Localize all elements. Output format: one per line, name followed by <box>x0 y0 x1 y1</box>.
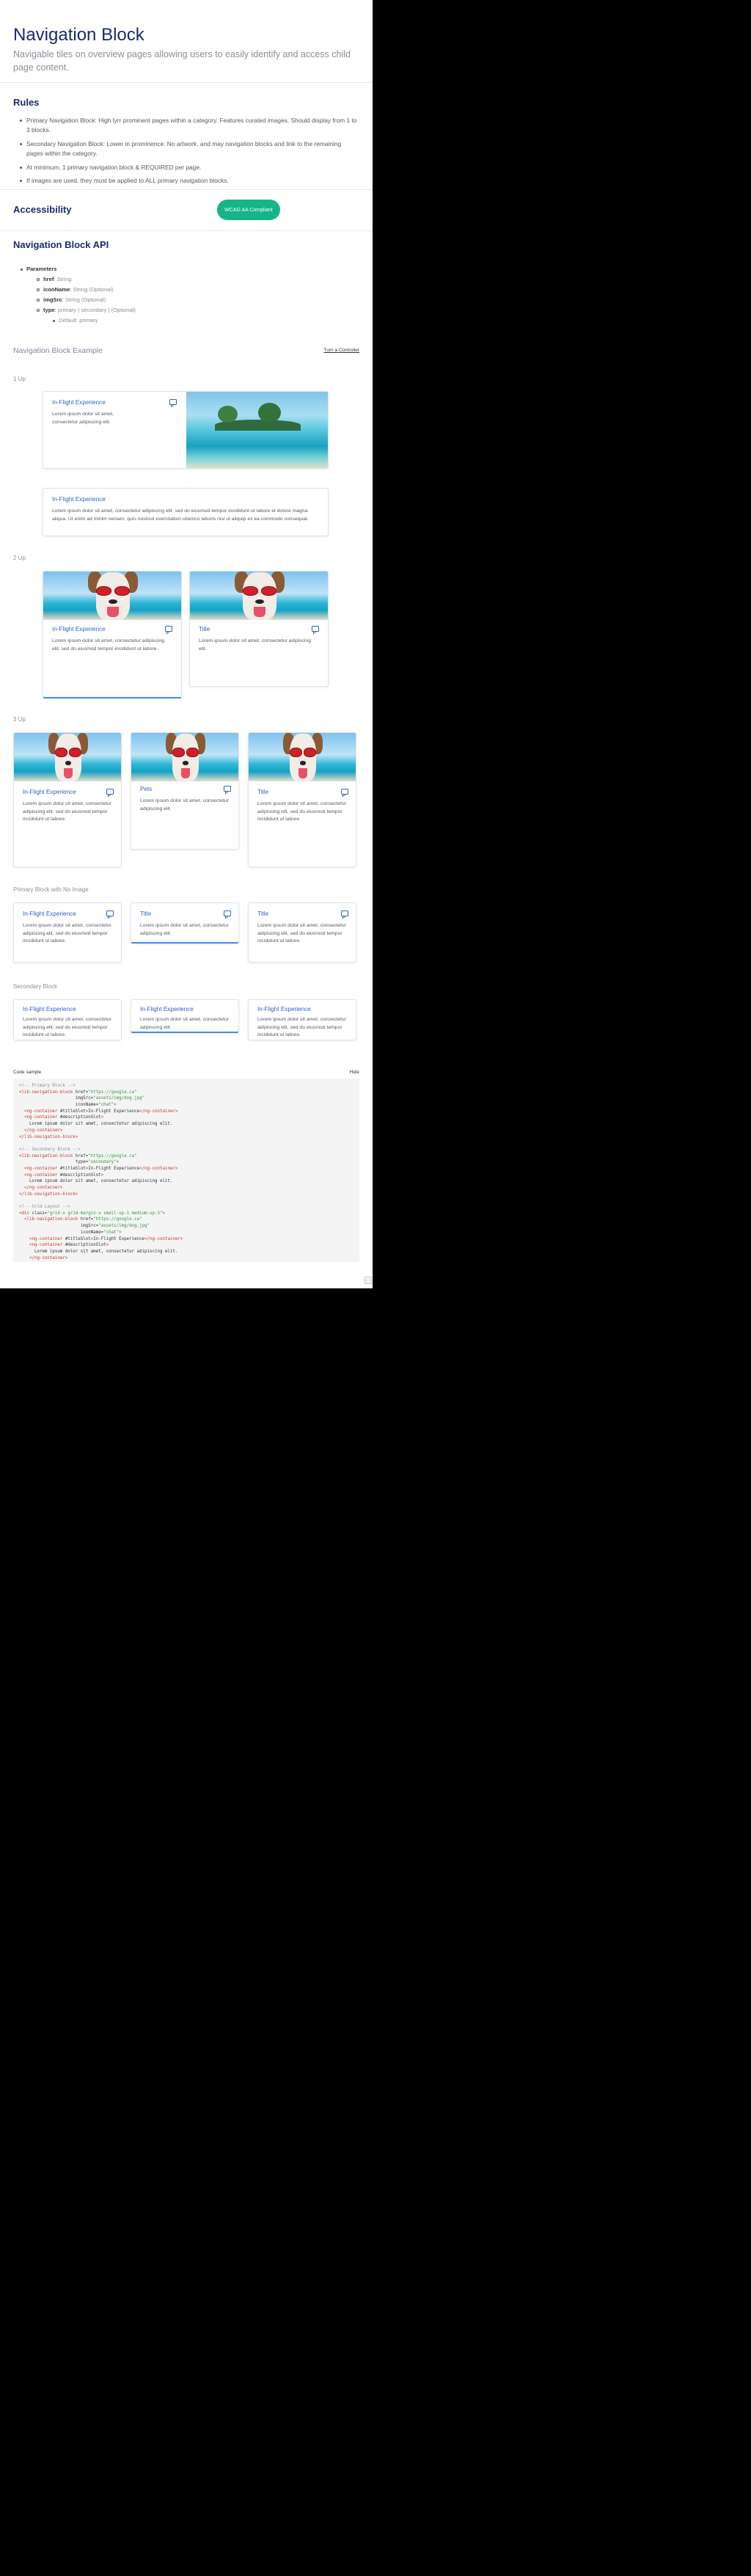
param-type: String (Optional) <box>73 286 114 293</box>
param-default: Default: primary <box>59 317 98 324</box>
nav-block-body: Lorem ipsum dolor sit amet, consectetur … <box>52 412 114 425</box>
api-params: Parameters href: String iconName: String… <box>21 264 136 326</box>
chat-icon <box>106 789 114 795</box>
nav-block-title: Title <box>257 911 269 917</box>
code-sample-heading: Code sample <box>13 1070 42 1075</box>
nav-block-body: Lorem ipsum dolor sit amet, consectetur … <box>23 801 111 822</box>
params-label: Parameters <box>26 266 57 272</box>
param-name: imgSrc <box>43 296 62 304</box>
nav-block-title: Title <box>257 789 269 795</box>
nav-block-2up-a[interactable]: In-Flight Experience Lorem ipsum dolor s… <box>43 571 182 698</box>
accessibility-heading: Accessibility <box>13 204 72 215</box>
nav-block-1up-image[interactable]: In-Flight Experience Lorem ipsum dolor s… <box>43 391 329 469</box>
section-label-secondary: Secondary Block <box>13 983 58 990</box>
wcag-badge: WCAG AA Compliant <box>217 200 280 220</box>
chat-icon <box>165 626 172 632</box>
nav-block-body: Lorem ipsum dolor sit amet, consectetur … <box>257 801 346 822</box>
nav-block-3up-a[interactable]: In-Flight Experience Lorem ipsum dolor s… <box>13 732 122 867</box>
nav-block-title: In-Flight Experience <box>52 496 106 503</box>
nav-block-secondary-a[interactable]: In-Flight Experience Lorem ipsum dolor s… <box>13 999 122 1040</box>
rule-item: At minimum, 1 primary navigation block &… <box>13 163 358 172</box>
example-heading: Navigation Block Example <box>13 346 103 355</box>
section-label-2up: 2 Up <box>13 555 26 561</box>
param-type: String (Optional) <box>65 296 106 304</box>
scrollbar-corner[interactable] <box>364 1277 372 1284</box>
divider <box>0 82 373 83</box>
document-page: Navigation Block Navigable tiles on over… <box>0 0 373 1288</box>
param-type: primary | secondary | (Optional) <box>57 307 136 314</box>
param-type: String <box>56 276 72 283</box>
nav-block-noimg-b[interactable]: Title Lorem ipsum dolor sit amet, consec… <box>131 902 239 944</box>
api-heading: Navigation Block API <box>13 239 109 250</box>
chat-icon <box>341 789 348 795</box>
nav-block-body: Lorem ipsum dolor sit amet, consectetur … <box>257 923 346 944</box>
dog-image <box>14 733 121 781</box>
nav-block-title: Title <box>199 626 210 632</box>
rule-item: Primary Navigation Block: High lyrr prom… <box>13 116 358 136</box>
dog-image <box>131 733 238 781</box>
divider <box>0 230 373 231</box>
nav-block-title: In-Flight Experience <box>52 626 106 632</box>
rule-item: If images are used, they must be applied… <box>13 176 358 186</box>
section-label-1up: 1 Up <box>13 376 26 382</box>
chat-icon <box>224 911 231 916</box>
dog-image <box>43 572 181 620</box>
nav-block-body: Lorem ipsum dolor sit amet, consectetur … <box>23 923 111 944</box>
nav-block-noimg-a[interactable]: In-Flight Experience Lorem ipsum dolor s… <box>13 902 122 963</box>
nav-block-title: Title <box>140 911 152 917</box>
rule-item: Secondary Navigation Block: Lower in pro… <box>13 139 358 159</box>
nav-block-2up-b[interactable]: Title Lorem ipsum dolor sit amet, consec… <box>189 571 329 687</box>
nav-block-3up-c[interactable]: Title Lorem ipsum dolor sit amet, consec… <box>248 732 356 867</box>
nav-block-title: Pets <box>140 786 153 792</box>
nav-block-body: Lorem ipsum dolor sit amet, consectetur … <box>199 638 311 652</box>
dog-image <box>249 733 356 781</box>
nav-block-title: In-Flight Experience <box>23 911 76 917</box>
nav-block-title: In-Flight Experience <box>23 1006 76 1012</box>
nav-block-body: Lorem ipsum dolor sit amet, consectetur … <box>140 1017 229 1030</box>
nav-block-title: In-Flight Experience <box>23 789 76 795</box>
nav-block-secondary-c[interactable]: In-Flight Experience Lorem ipsum dolor s… <box>248 999 356 1040</box>
nav-block-body: Lorem ipsum dolor sit amet, consectetur … <box>52 508 309 522</box>
nav-block-title: In-Flight Experience <box>257 1006 311 1012</box>
nav-block-body: Lorem ipsum dolor sit amet, consectetur … <box>257 1017 346 1038</box>
beach-image <box>186 392 328 468</box>
rules-list: Primary Navigation Block: High lyrr prom… <box>13 116 358 190</box>
code-block: <!-- Primary Block --> <lib-navigation-b… <box>13 1079 359 1262</box>
nav-block-body: Lorem ipsum dolor sit amet, consectetur … <box>140 923 229 936</box>
section-label-no-image: Primary Block with No Image <box>13 886 89 893</box>
nav-block-body: Lorem ipsum dolor sit amet, consectetur … <box>52 638 164 652</box>
param-name: href <box>43 276 54 283</box>
chat-icon <box>312 626 319 632</box>
nav-block-3up-b[interactable]: Pets Lorem ipsum dolor sit amet, consect… <box>131 732 239 850</box>
page-background: Navigation Block Navigable tiles on over… <box>0 0 751 2576</box>
nav-block-body: Lorem ipsum dolor sit amet, consectetur … <box>140 798 229 811</box>
section-label-3up: 3 Up <box>13 716 26 723</box>
page-subtitle: Navigable tiles on overview pages allowi… <box>13 49 351 73</box>
page-title: Navigation Block <box>13 25 144 45</box>
nav-block-noimg-c[interactable]: Title Lorem ipsum dolor sit amet, consec… <box>248 902 356 963</box>
nav-block-body: Lorem ipsum dolor sit amet, consectetur … <box>23 1017 111 1038</box>
param-name: type <box>43 307 55 314</box>
chat-icon <box>341 911 348 916</box>
nav-block-1up-text[interactable]: In-Flight Experience Lorem ipsum dolor s… <box>43 488 329 536</box>
chat-icon <box>169 399 177 405</box>
nav-block-title: In-Flight Experience <box>140 1006 194 1012</box>
param-name: iconName <box>43 286 70 293</box>
nav-block-title: In-Flight Experience <box>52 399 106 406</box>
nav-block-secondary-b[interactable]: In-Flight Experience Lorem ipsum dolor s… <box>131 999 239 1033</box>
chat-icon <box>224 786 231 792</box>
hide-code-link[interactable]: Hide <box>350 1070 359 1075</box>
controller-toggle-link[interactable]: Turn a Controller <box>323 348 359 353</box>
chat-icon <box>106 911 114 916</box>
rules-heading: Rules <box>13 97 40 108</box>
dog-image <box>190 572 328 620</box>
divider <box>0 189 373 190</box>
